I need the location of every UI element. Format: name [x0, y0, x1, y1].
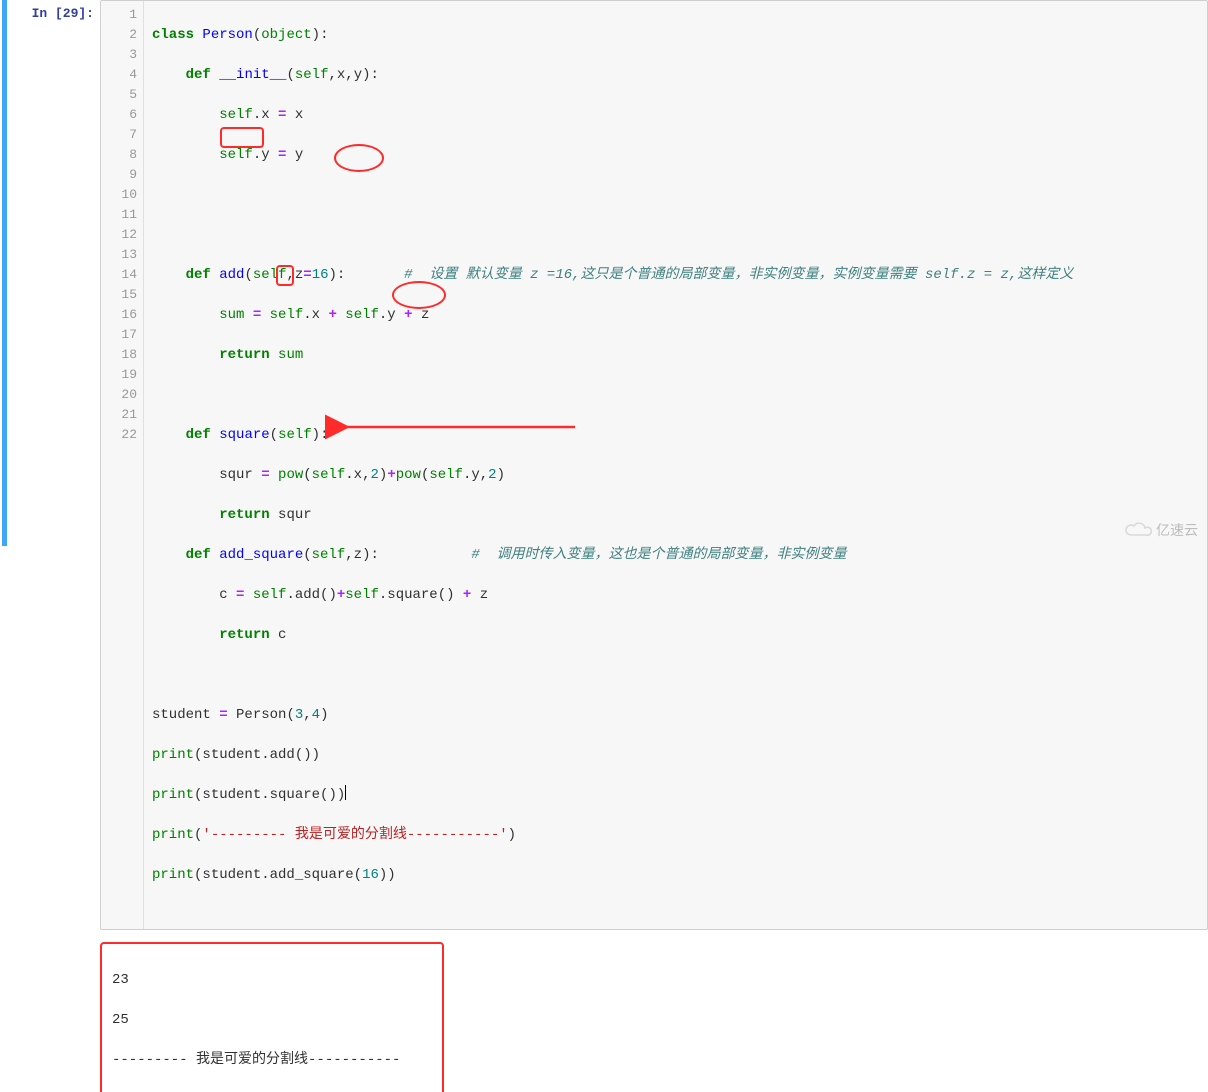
code-line[interactable]: return sum: [152, 345, 1207, 365]
input-area[interactable]: 1 2 3 4 5 6 7 8 9 10 11 12 13 14 15 16 1…: [100, 0, 1208, 930]
code-line[interactable]: print(student.add_square(16)): [152, 865, 1207, 885]
line-number: 14: [109, 265, 137, 285]
output-area: 23 25 --------- 我是可爱的分割线----------- 64: [100, 942, 444, 1092]
output-line: 25: [112, 1010, 432, 1030]
code-line[interactable]: sum = self.x + self.y + z: [152, 305, 1207, 325]
line-number: 13: [109, 245, 137, 265]
code-line[interactable]: print('--------- 我是可爱的分割线-----------'): [152, 825, 1207, 845]
code-line[interactable]: class Person(object):: [152, 25, 1207, 45]
line-number: 7: [109, 125, 137, 145]
code-line[interactable]: student = Person(3,4): [152, 705, 1207, 725]
line-number: 20: [109, 385, 137, 405]
code-line[interactable]: [152, 385, 1207, 405]
line-number: 19: [109, 365, 137, 385]
line-number: 8: [109, 145, 137, 165]
code-line[interactable]: def add(self,z=16): # 设置 默认变量 z =16,这只是个…: [152, 265, 1207, 285]
line-number: 9: [109, 165, 137, 185]
line-number: 2: [109, 25, 137, 45]
cloud-icon: [1124, 521, 1152, 539]
text-cursor: [345, 785, 346, 800]
prompt-label: In [29]:: [32, 6, 94, 21]
code-line[interactable]: def __init__(self,x,y):: [152, 65, 1207, 85]
code-line[interactable]: print(student.add()): [152, 745, 1207, 765]
line-number: 18: [109, 345, 137, 365]
line-number: 16: [109, 305, 137, 325]
line-number-gutter: 1 2 3 4 5 6 7 8 9 10 11 12 13 14 15 16 1…: [101, 1, 144, 929]
line-number: 17: [109, 325, 137, 345]
notebook-root: In [29]: 1 2 3 4 5 6 7 8 9 10 11 12 13 1…: [0, 0, 1208, 546]
line-number: 11: [109, 205, 137, 225]
code-line[interactable]: self.y = y: [152, 145, 1207, 165]
line-number: 12: [109, 225, 137, 245]
code-line[interactable]: c = self.add()+self.square() + z: [152, 585, 1207, 605]
code-line[interactable]: def add_square(self,z): # 调用时传入变量，这也是个普通…: [152, 545, 1207, 565]
line-number: 22: [109, 425, 137, 445]
watermark-text: 亿速云: [1156, 520, 1198, 540]
output-line: 23: [112, 970, 432, 990]
line-number: 5: [109, 85, 137, 105]
code-line[interactable]: return c: [152, 625, 1207, 645]
line-number: 21: [109, 405, 137, 425]
line-number: 6: [109, 105, 137, 125]
code-line[interactable]: print(student.square()): [152, 785, 1207, 805]
code-line[interactable]: self.x = x: [152, 105, 1207, 125]
output-line: --------- 我是可爱的分割线-----------: [112, 1050, 432, 1070]
watermark: 亿速云: [1124, 520, 1198, 540]
code-line[interactable]: return squr: [152, 505, 1207, 525]
output-line: 64: [112, 1090, 432, 1092]
code-line[interactable]: [152, 185, 1207, 205]
selection-indicator: [2, 0, 7, 546]
code-line[interactable]: [152, 225, 1207, 245]
code-editor[interactable]: class Person(object): def __init__(self,…: [144, 1, 1207, 929]
output-cell: 23 25 --------- 我是可爱的分割线----------- 64: [10, 942, 1208, 1092]
code-line[interactable]: [152, 665, 1207, 685]
line-number: 3: [109, 45, 137, 65]
line-number: 1: [109, 5, 137, 25]
line-number: 15: [109, 285, 137, 305]
line-number: 10: [109, 185, 137, 205]
code-line[interactable]: squr = pow(self.x,2)+pow(self.y,2): [152, 465, 1207, 485]
code-line[interactable]: def square(self):: [152, 425, 1207, 445]
line-number: 4: [109, 65, 137, 85]
input-prompt: In [29]:: [10, 0, 100, 21]
code-cell: In [29]: 1 2 3 4 5 6 7 8 9 10 11 12 13 1…: [10, 0, 1208, 930]
